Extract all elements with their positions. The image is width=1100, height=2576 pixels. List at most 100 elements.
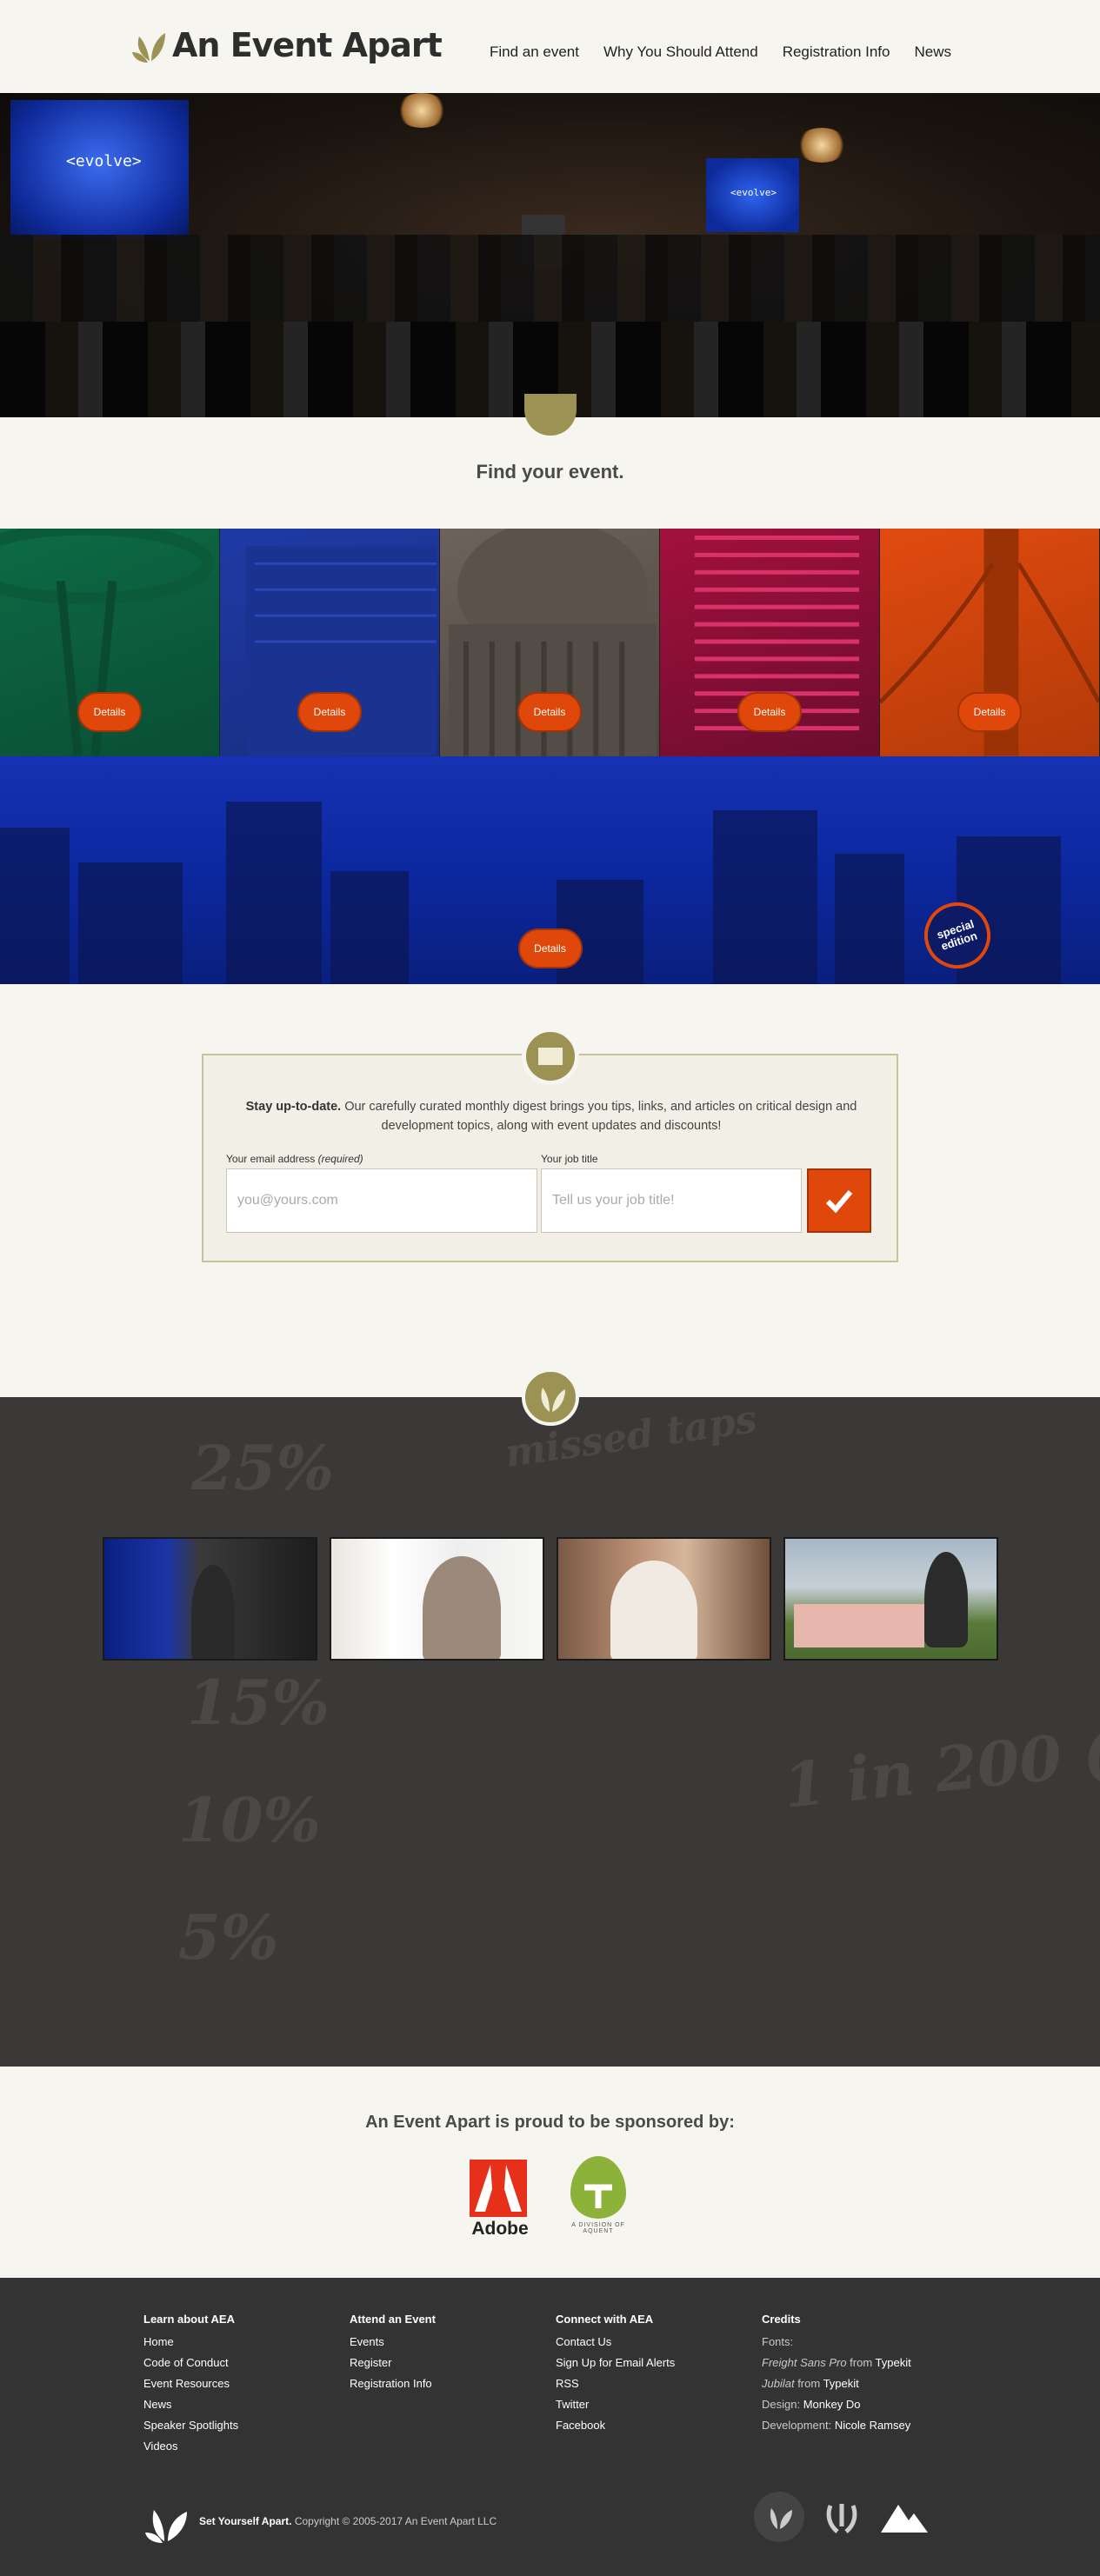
nav-why-attend[interactable]: Why You Should Attend xyxy=(603,43,758,61)
design-credit: Design: Monkey Do xyxy=(762,2394,911,2415)
seal-icon xyxy=(524,394,577,436)
footer-link-code-of-conduct[interactable]: Code of Conduct xyxy=(143,2353,238,2373)
adobe-sponsor-logo[interactable]: Adobe xyxy=(470,2160,530,2239)
site-logo[interactable]: An Event Apart xyxy=(132,26,443,64)
typekit-link[interactable]: Typekit xyxy=(823,2377,859,2390)
logo-text: An Event Apart xyxy=(172,26,443,64)
aquent-text: A DIVISION OF AQUENT xyxy=(571,2222,625,2234)
event-tile-boston[interactable]: Details xyxy=(220,529,440,756)
details-button[interactable]: Details xyxy=(517,692,582,732)
nav-news[interactable]: News xyxy=(914,43,951,61)
footer-link-rss[interactable]: RSS xyxy=(556,2373,675,2394)
from-text: from xyxy=(846,2356,876,2369)
email-label: Your email address (required) xyxy=(226,1153,363,1165)
footer-link-facebook[interactable]: Facebook xyxy=(556,2415,675,2436)
aea-leaf-logo-icon xyxy=(145,2510,187,2543)
site-footer: Learn about AEA Home Code of Conduct Eve… xyxy=(0,2278,1100,2576)
monkey-do-link[interactable]: Monkey Do xyxy=(803,2398,861,2411)
email-input[interactable]: you@yours.com xyxy=(226,1168,537,1233)
footer-link-twitter[interactable]: Twitter xyxy=(556,2394,675,2415)
font-credit-1: Freight Sans Pro from Typekit xyxy=(762,2353,911,2373)
details-button[interactable]: Details xyxy=(957,692,1022,732)
leaf-seal-icon xyxy=(522,1368,579,1426)
video-thumbnail[interactable] xyxy=(103,1537,317,1661)
details-button[interactable]: Details xyxy=(517,929,583,968)
typekit-link[interactable]: Typekit xyxy=(876,2356,911,2369)
font-credit-2: Jubilat from Typekit xyxy=(762,2373,911,2394)
dev-credit: Development: Nicole Ramsey xyxy=(762,2415,911,2436)
skyline-building xyxy=(0,828,70,984)
video-thumbnails xyxy=(103,1537,998,1661)
event-tiles: Details Details Details Details Details xyxy=(0,529,1100,756)
envelope-icon xyxy=(522,1028,579,1085)
skyline-building xyxy=(78,862,183,984)
skyline-building xyxy=(330,871,409,984)
adobe-wordmark: Adobe xyxy=(471,2219,529,2239)
subscribe-button[interactable] xyxy=(807,1168,871,1233)
job-title-input[interactable]: Tell us your job title! xyxy=(541,1168,802,1233)
font-name: Jubilat xyxy=(762,2377,795,2390)
skyline-building xyxy=(226,802,322,984)
footer-link-news[interactable]: News xyxy=(143,2394,238,2415)
projector-screen-left: <evolve> xyxy=(10,100,189,239)
video-section: 25% missed taps 15% 10% 5% 1 in 200 (0.5 xyxy=(0,1397,1100,2067)
event-tile-chicago[interactable]: Details xyxy=(660,529,880,756)
footer-col-learn: Learn about AEA Home Code of Conduct Eve… xyxy=(143,2309,238,2457)
event-tile-san-francisco[interactable]: Details xyxy=(880,529,1100,756)
bg-text: 5% xyxy=(178,1901,279,1974)
footer-col-attend: Attend an Event Events Register Registra… xyxy=(350,2309,436,2394)
footer-link-register[interactable]: Register xyxy=(350,2353,436,2373)
nicole-ramsey-link[interactable]: Nicole Ramsey xyxy=(835,2419,910,2432)
event-tile-special-edition[interactable]: Details special edition xyxy=(0,756,1100,984)
required-note: (required) xyxy=(317,1153,363,1165)
footer-badges xyxy=(754,2492,930,2542)
footer-link-videos[interactable]: Videos xyxy=(143,2436,238,2457)
bg-text: 15% xyxy=(187,1667,330,1739)
newsletter-form: Stay up-to-date. Our carefully curated m… xyxy=(202,1054,898,1262)
details-button[interactable]: Details xyxy=(297,692,362,732)
video-thumbnail[interactable] xyxy=(557,1537,771,1661)
chandelier xyxy=(796,128,848,163)
details-button[interactable]: Details xyxy=(737,692,802,732)
adobe-icon xyxy=(470,2160,527,2217)
dev-label: Development: xyxy=(762,2419,835,2432)
tagline: Set Yourself Apart. xyxy=(199,2515,292,2527)
footer-link-event-resources[interactable]: Event Resources xyxy=(143,2373,238,2394)
leaf-badge-icon xyxy=(754,2492,804,2542)
bg-text: 1 in 200 (0.5 xyxy=(780,1705,1100,1822)
screen-text: <evolve> xyxy=(730,187,777,198)
copyright-text: Copyright © 2005-2017 An Event Apart LLC xyxy=(291,2515,497,2527)
video-thumbnail[interactable] xyxy=(783,1537,998,1661)
event-tile-washington-dc[interactable]: Details xyxy=(440,529,660,756)
email-label-text: Your email address xyxy=(226,1153,316,1165)
footer-link-home[interactable]: Home xyxy=(143,2332,238,2353)
aquent-sponsor-logo[interactable]: A DIVISION OF AQUENT xyxy=(559,2156,637,2234)
skyline-building xyxy=(835,854,904,984)
footer-link-speaker-spotlights[interactable]: Speaker Spotlights xyxy=(143,2415,238,2436)
nav-registration-info[interactable]: Registration Info xyxy=(783,43,890,61)
vitamin-t-icon xyxy=(570,2156,626,2219)
footer-heading: Attend an Event xyxy=(350,2313,436,2326)
nav-find-an-event[interactable]: Find an event xyxy=(490,43,579,61)
footer-col-connect: Connect with AEA Contact Us Sign Up for … xyxy=(556,2309,675,2436)
newsletter-lead: Stay up-to-date. xyxy=(245,1100,342,1114)
bg-text: 25% xyxy=(191,1432,334,1504)
footer-heading: Connect with AEA xyxy=(556,2313,654,2326)
footer-bottom: Set Yourself Apart. Copyright © 2005-201… xyxy=(143,2498,497,2545)
footer-heading: Credits xyxy=(762,2313,801,2326)
footer-link-registration-info[interactable]: Registration Info xyxy=(350,2373,436,2394)
hero-image: <evolve> <evolve> xyxy=(0,93,1100,417)
video-thumbnail[interactable] xyxy=(330,1537,544,1661)
footer-copyright: Set Yourself Apart. Copyright © 2005-201… xyxy=(199,2515,497,2527)
details-button[interactable]: Details xyxy=(77,692,142,732)
newsletter-description: Stay up-to-date. Our carefully curated m… xyxy=(238,1097,864,1135)
event-tile-seattle[interactable]: Details xyxy=(0,529,220,756)
footer-link-contact-us[interactable]: Contact Us xyxy=(556,2332,675,2353)
skyline-building xyxy=(713,810,817,984)
sponsors-title: An Event Apart is proud to be sponsored … xyxy=(365,2113,735,2132)
bg-text: 10% xyxy=(178,1784,321,1856)
font-name: Freight Sans Pro xyxy=(762,2356,847,2369)
footer-link-email-alerts[interactable]: Sign Up for Email Alerts xyxy=(556,2353,675,2373)
footer-link-events[interactable]: Events xyxy=(350,2332,436,2353)
footer-col-credits: Credits Fonts: Freight Sans Pro from Typ… xyxy=(762,2309,911,2436)
